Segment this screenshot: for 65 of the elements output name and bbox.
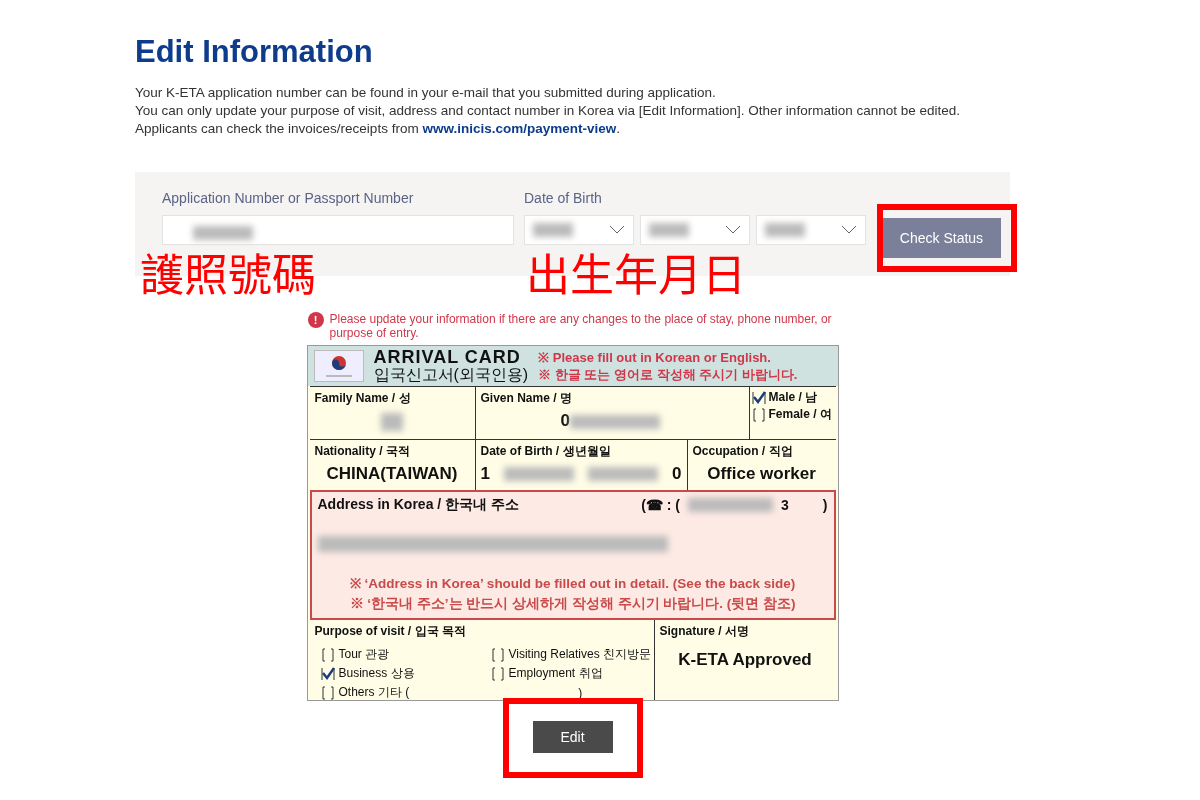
birth-digit: 1 [480,464,490,484]
card-title: ARRIVAL CARD [373,349,522,366]
check-status-button[interactable]: Check Status [882,218,1001,258]
blurred-text [193,225,253,240]
checkbox-bracket-icon[interactable] [751,407,766,422]
page-title: Edit Information [135,34,374,70]
chevron-icon [609,225,625,235]
blurred-text [649,223,689,237]
date-select[interactable] [524,215,634,245]
chevron-icon [841,225,857,235]
blurred-text [504,467,574,481]
signature-value: K-ETA Approved [677,650,813,670]
purpose-option-label: Employment 취업 [508,665,603,682]
chevron-icon [725,225,741,235]
sex-option-label: Female / 여 [768,406,832,423]
annotation-text: 護照號碼 [140,248,316,296]
card-note: ※ Please fill out in Korean or English. [538,349,772,366]
payment-link[interactable]: www.inicis.com/payment-view [422,121,617,136]
purpose-option-label: Tour 관광 [338,646,390,663]
nationality-value: CHINA(TAIWAN) [325,464,459,484]
checkbox-bracket-icon[interactable] [490,647,505,662]
checkbox-bracket-icon[interactable] [320,685,335,700]
phone-prefix: (☎ : ( [641,497,681,513]
cell-label: Date of Birth / 생년월일 [480,443,612,460]
checkbox-bracket-icon[interactable] [320,647,335,662]
cell-label: Nationality / 국적 [314,443,411,460]
notice-text: Please update your information if there are any changes to the place of stay, phone number, or purpose of entry. [329,312,833,340]
blurred-text [588,467,658,481]
intro-text: Your K-ETA application number can be found in your e-mail that you submitted during application. [135,84,717,102]
sex-option-label: Male / 남 [768,389,818,406]
annotation-text: 出生年月日 [526,248,746,296]
cell-label: Address in Korea / 한국내 주소 [317,496,519,514]
cell-label: Signature / 서명 [659,623,750,640]
emblem-icon [313,350,364,382]
purpose-option-label: Visiting Relatives 친지방문 [508,646,651,663]
field-label: Application Number or Passport Number [162,190,415,206]
occupation-value: Office worker [706,464,817,484]
purpose-option-label: Others 기타 ( [338,684,410,701]
card-note: ※ 한글 또는 영어로 작성해 주시기 바랍니다. [538,366,798,383]
blurred-text [765,223,805,237]
checkbox-tick-icon[interactable] [320,666,335,681]
field-label: Date of Birth [524,190,603,206]
address-note: ※ ‘한국내 주소’는 반드시 상세하게 작성해 주시기 바랍니다. (뒷면 참조) [348,595,797,613]
edit-button[interactable]: Edit [532,721,613,753]
address-note: ※ ‘Address in Korea’ should be filled out in detail. (See the back side) [348,575,797,593]
intro-text: You can only update your purpose of visit, address and contact number in Korea via [Edit Information]. Other information cannot be edited. [135,102,961,120]
passport-field[interactable] [162,215,514,245]
blurred-text [533,223,573,237]
date-select[interactable] [756,215,866,245]
card-subtitle: 입국신고서(외국인용) [373,366,529,383]
cell-label: Given Name / 명 [480,390,573,407]
purpose-option-label: Business 상용 [338,665,415,682]
blurred-text [381,413,403,431]
given-name-value: 0 [560,411,570,430]
checkbox-bracket-icon[interactable] [490,666,505,681]
phone-digit: 3 [781,497,789,513]
alert-icon: ! [307,312,324,328]
cell-label: Family Name / 성 [314,390,412,407]
cell-label: Occupation / 직업 [692,443,794,460]
birth-digit: 0 [672,464,682,484]
date-select[interactable] [640,215,750,245]
phone-bracket: ) [822,497,828,513]
receipt-text: Applicants can check the invoices/receipts from www.inicis.com/payment-view. [135,120,621,138]
cell-label: Purpose of visit / 입국 목적 [314,623,467,640]
checkbox-tick-icon[interactable] [751,390,766,405]
